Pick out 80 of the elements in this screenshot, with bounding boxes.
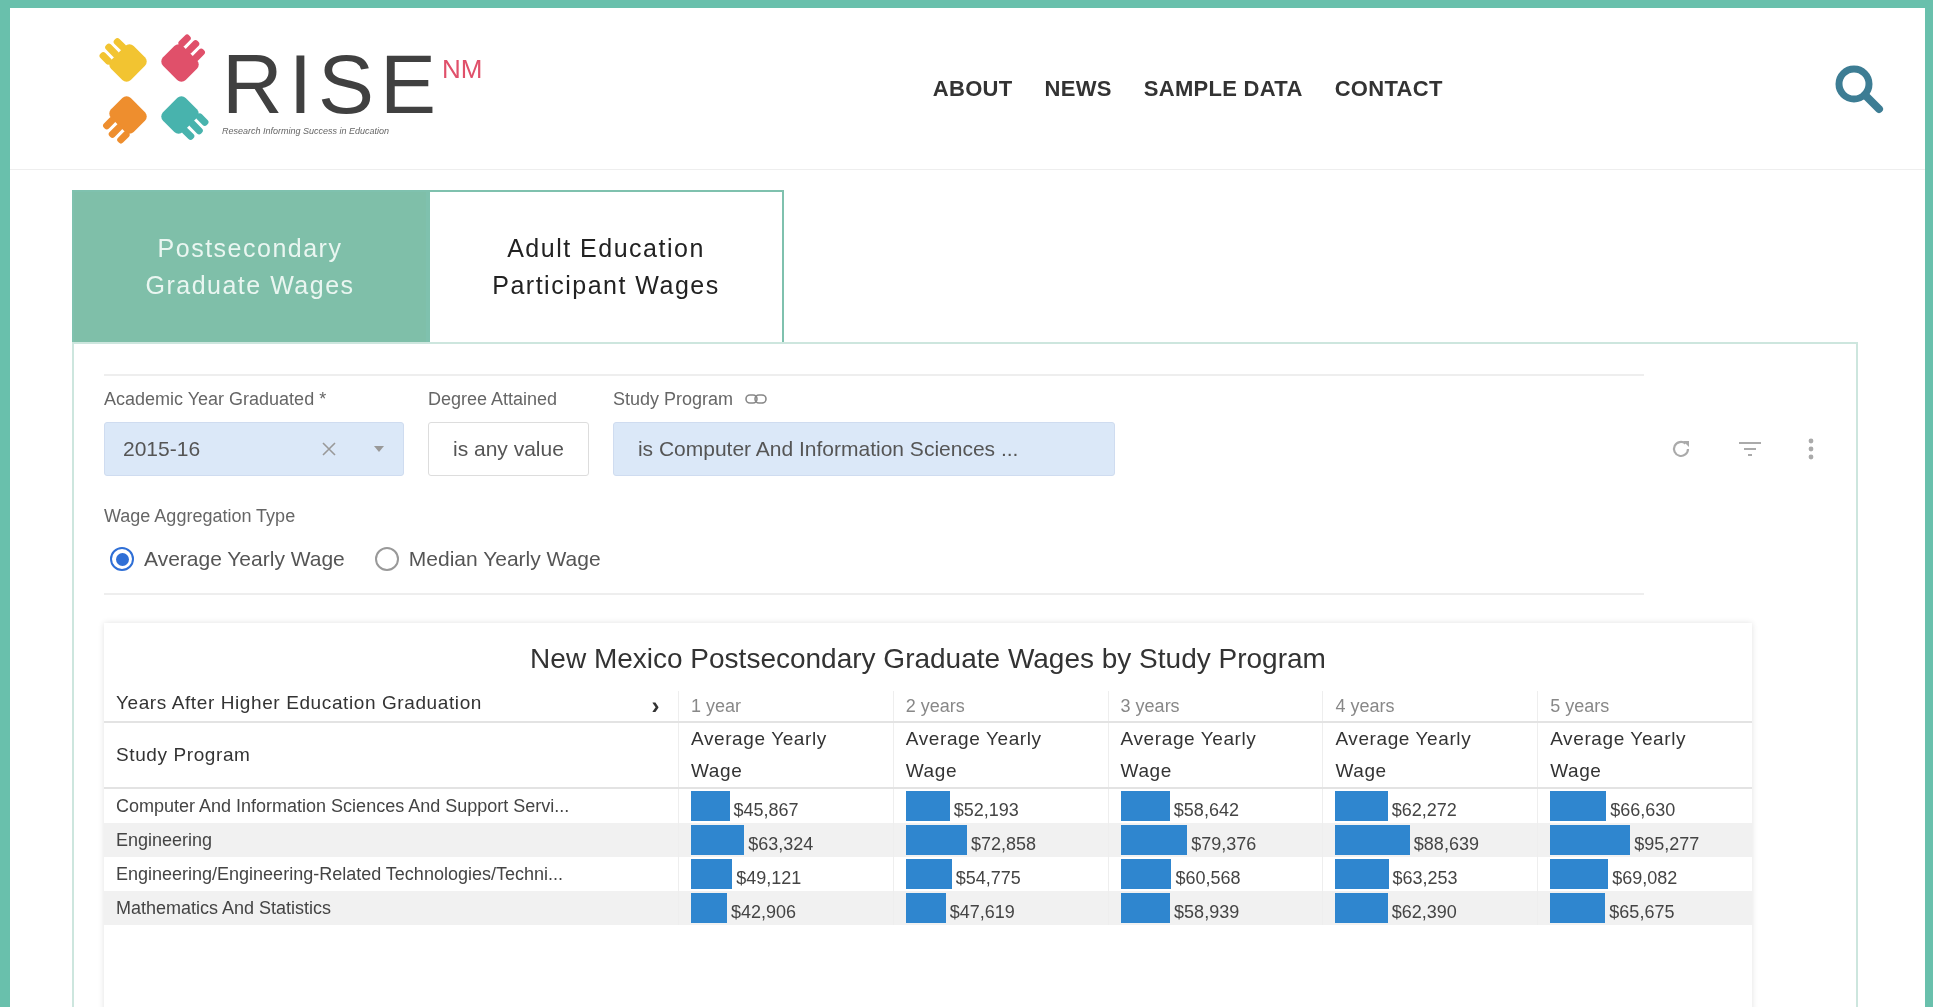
- table-cell: $49,121: [736, 868, 802, 889]
- logo-suffix: NM: [442, 53, 483, 85]
- wage-bar: [1120, 825, 1188, 855]
- filter-label: Academic Year Graduated *: [104, 388, 327, 410]
- hands-logo-icon: [98, 32, 210, 145]
- table-cell: $88,639: [1413, 834, 1479, 855]
- period-header: 1 year: [691, 695, 742, 716]
- wage-bar: [905, 859, 952, 889]
- tab[interactable]: Adult Education Participant Wages: [428, 190, 784, 342]
- logo-tagline: Research Informing Success in Education: [222, 125, 391, 136]
- table-cell: $52,193: [953, 800, 1019, 821]
- radio-option[interactable]: Median Yearly Wage: [374, 547, 601, 571]
- table-cell: Mathematics And Statistics: [116, 897, 332, 918]
- table-cell: Engineering/Engineering-Related Technologies/Techni...: [116, 863, 563, 884]
- table-cell: $58,642: [1173, 800, 1239, 821]
- period-header: 4 years: [1335, 695, 1395, 716]
- wage-bar: [1335, 859, 1389, 889]
- filter-label: Degree Attained: [428, 388, 558, 410]
- wage-bar: [1550, 893, 1606, 923]
- wage-bar: [691, 893, 728, 923]
- period-header: 3 years: [1120, 695, 1180, 716]
- filter-field[interactable]: is Computer And Information Sciences ...: [612, 422, 1115, 476]
- wage-bar: [1120, 791, 1170, 821]
- table-cell: $66,630: [1610, 800, 1676, 821]
- table-cell: $45,867: [733, 800, 799, 821]
- table-cell: $63,253: [1392, 868, 1458, 889]
- pivot-arrow[interactable]: ›: [651, 692, 666, 720]
- filter-label: Study Program: [612, 388, 733, 410]
- filter-field[interactable]: is any value: [428, 422, 589, 476]
- wage-bar: [1120, 893, 1171, 923]
- nav-link[interactable]: SAMPLE DATA: [1143, 75, 1303, 102]
- refresh-icon[interactable]: [1670, 438, 1692, 460]
- wage-bar: [691, 859, 733, 889]
- wage-type-label: Wage Aggregation Type: [104, 506, 297, 527]
- table-cell: $69,082: [1612, 868, 1678, 889]
- table-title: New Mexico Postsecondary Graduate Wages by Study Program: [529, 643, 1327, 675]
- wage-bar: [1335, 791, 1388, 821]
- filter-field[interactable]: 2015-16: [104, 422, 404, 476]
- wage-bar: [905, 893, 946, 923]
- column-header: Average Yearly Wage: [1550, 727, 1688, 783]
- table-cell: $58,939: [1174, 902, 1240, 923]
- period-header: 2 years: [905, 695, 965, 716]
- radio-option[interactable]: Average Yearly Wage: [110, 547, 345, 571]
- wage-bar: [1550, 791, 1607, 821]
- wage-bar: [1120, 859, 1172, 889]
- filter-icon[interactable]: [1738, 440, 1762, 458]
- column-header: Average Yearly Wage: [691, 727, 828, 783]
- table-cell: $62,272: [1391, 800, 1457, 821]
- column-header: Average Yearly Wage: [905, 727, 1043, 783]
- column-header: Average Yearly Wage: [1335, 727, 1473, 783]
- nav-link[interactable]: CONTACT: [1334, 75, 1443, 102]
- wage-bar: [905, 791, 950, 821]
- table-cell: $79,376: [1191, 834, 1257, 855]
- table-cell: $95,277: [1634, 834, 1700, 855]
- table-cell: Engineering: [116, 829, 213, 850]
- wage-bar: [691, 791, 730, 821]
- wage-bar: [905, 825, 967, 855]
- dropdown-icon[interactable]: [373, 445, 385, 453]
- table-cell: $60,568: [1175, 868, 1241, 889]
- pivot-label: Years After Higher Education Graduation: [116, 692, 482, 715]
- column-header: Study Program: [116, 744, 251, 765]
- logo-wordmark: RISE: [222, 41, 443, 126]
- table-cell: $62,390: [1391, 902, 1457, 923]
- table-cell: $72,858: [971, 834, 1037, 855]
- table-cell: $65,675: [1609, 902, 1675, 923]
- table-cell: $42,906: [731, 902, 797, 923]
- nav-link[interactable]: NEWS: [1044, 75, 1112, 102]
- wage-bar: [1335, 893, 1388, 923]
- wage-bar: [1550, 859, 1609, 889]
- link-icon: [744, 393, 767, 405]
- table-cell: Computer And Information Sciences And Support Servi...: [116, 795, 570, 816]
- nav-link[interactable]: ABOUT: [932, 75, 1013, 102]
- wage-bar: [691, 825, 745, 855]
- table-cell: $47,619: [949, 902, 1015, 923]
- table-cell: $54,775: [955, 868, 1021, 889]
- period-header: 5 years: [1550, 695, 1610, 716]
- more-icon[interactable]: [1808, 438, 1814, 460]
- clear-icon[interactable]: [321, 441, 337, 457]
- column-header: Average Yearly Wage: [1120, 727, 1258, 783]
- table-cell: $63,324: [748, 834, 814, 855]
